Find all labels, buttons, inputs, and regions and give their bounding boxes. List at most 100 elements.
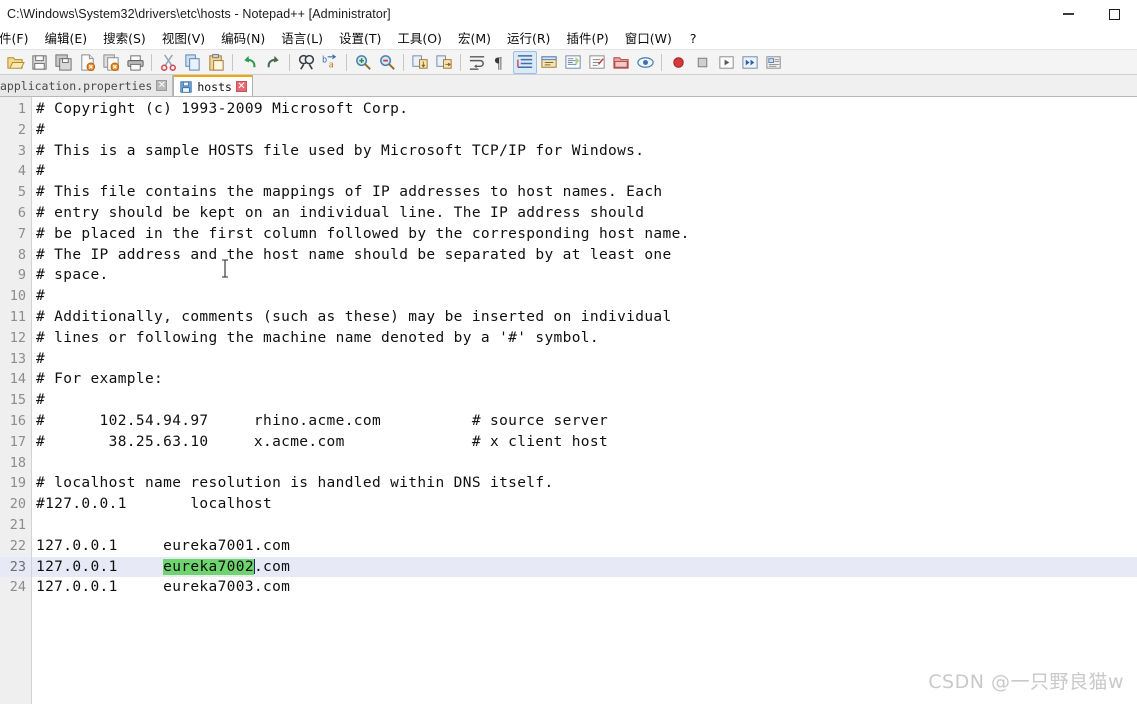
code-line[interactable]: # — [32, 286, 1137, 307]
code-line[interactable]: # — [32, 161, 1137, 182]
tab-close-icon[interactable]: ✕ — [235, 81, 247, 92]
minimize-icon — [1062, 13, 1074, 15]
code-text-area[interactable]: # Copyright (c) 1993-2009 Microsoft Corp… — [32, 97, 1137, 704]
menu-plugins[interactable]: 插件(P) — [558, 28, 616, 49]
cut-button[interactable] — [156, 51, 180, 74]
macro-record-button[interactable] — [666, 51, 690, 74]
line-number: 5 — [17, 184, 26, 201]
indent-guide-button[interactable] — [513, 50, 537, 74]
paste-button[interactable] — [204, 51, 228, 74]
find-icon — [298, 54, 314, 70]
document-map-icon — [564, 54, 581, 69]
code-text: .com — [253, 558, 291, 575]
code-line[interactable]: # Copyright (c) 1993-2009 Microsoft Corp… — [32, 99, 1137, 120]
zoom-in-icon — [355, 54, 371, 70]
svg-text:b: b — [321, 55, 326, 65]
code-line[interactable] — [32, 453, 1137, 474]
copy-button[interactable] — [180, 51, 204, 74]
code-line[interactable] — [32, 515, 1137, 536]
zoom-out-icon — [379, 54, 395, 70]
code-line[interactable]: # — [32, 120, 1137, 141]
tab-close-icon[interactable]: ✕ — [156, 80, 168, 91]
code-line[interactable]: # lines or following the machine name de… — [32, 328, 1137, 349]
code-line[interactable]: # space. — [32, 265, 1137, 286]
code-line[interactable]: # This file contains the mappings of IP … — [32, 182, 1137, 203]
menu-tools[interactable]: 工具(O) — [389, 28, 450, 49]
maximize-button[interactable] — [1091, 0, 1137, 28]
minimize-button[interactable] — [1045, 0, 1091, 28]
sync-vertical-scroll-button[interactable] — [408, 51, 432, 74]
save-button[interactable] — [27, 51, 51, 74]
window-controls — [1045, 0, 1137, 28]
line-number: 19 — [9, 475, 26, 492]
open-file-button[interactable] — [3, 51, 27, 74]
line-number: 6 — [17, 204, 26, 221]
menu-view[interactable]: 视图(V) — [154, 28, 213, 49]
menu-help[interactable]: ? — [680, 28, 707, 49]
menu-run[interactable]: 运行(R) — [499, 28, 558, 49]
code-line[interactable]: #127.0.0.1 localhost — [32, 494, 1137, 515]
sync-horizontal-scroll-button[interactable] — [432, 51, 456, 74]
code-line[interactable]: 127.0.0.1 eureka7001.com — [32, 536, 1137, 557]
cut-icon — [160, 53, 176, 71]
line-number: 23 — [0, 556, 31, 578]
zoom-in-button[interactable] — [351, 51, 375, 74]
menu-edit[interactable]: 编辑(E) — [36, 28, 95, 49]
code-line[interactable]: # 102.54.94.97 rhino.acme.com # source s… — [32, 411, 1137, 432]
code-line[interactable]: 127.0.0.1 eureka7003.com — [32, 577, 1137, 598]
macro-stop-button[interactable] — [690, 51, 714, 74]
menu-bar: 件(F) 编辑(E) 搜索(S) 视图(V) 编码(N) 语言(L) 设置(T) 工具(O) 宏… — [0, 28, 1137, 49]
function-list-button[interactable] — [585, 51, 609, 74]
tab-hosts[interactable]: hosts ✕ — [173, 75, 253, 96]
line-number: 20 — [9, 496, 26, 513]
macro-play-button[interactable] — [714, 51, 738, 74]
code-line[interactable]: # — [32, 349, 1137, 370]
menu-window[interactable]: 窗口(W) — [617, 28, 680, 49]
line-number: 18 — [9, 454, 26, 471]
macro-save-button[interactable] — [762, 51, 786, 74]
show-all-characters-button[interactable]: ¶ — [489, 51, 513, 74]
close-file-button[interactable] — [75, 51, 99, 74]
code-line[interactable]: # — [32, 390, 1137, 411]
code-line[interactable]: # This is a sample HOSTS file used by Mi… — [32, 141, 1137, 162]
tool-bar: b a ¶ — [0, 49, 1137, 75]
editor-area[interactable]: 1 2 3 4 5 6 7 8 9 10 11 12 13 14 15 16 17 18 19 20 21 22 23 24 … — [0, 97, 1137, 704]
menu-language[interactable]: 语言(L) — [273, 28, 331, 49]
line-number: 2 — [17, 121, 26, 138]
tab-application-properties[interactable]: application.properties ✕ — [0, 75, 174, 96]
undo-button[interactable] — [237, 51, 261, 74]
replace-button[interactable]: ba — [318, 51, 342, 74]
code-line[interactable]: # entry should be kept on an individual … — [32, 203, 1137, 224]
menu-settings[interactable]: 设置(T) — [331, 28, 389, 49]
monitoring-button[interactable] — [633, 51, 657, 74]
macro-run-multiple-button[interactable] — [738, 51, 762, 74]
code-line[interactable]: # The IP address and the host name shoul… — [32, 245, 1137, 266]
folder-as-workspace-button[interactable] — [609, 51, 633, 74]
menu-macro[interactable]: 宏(M) — [450, 28, 499, 49]
line-number: 11 — [9, 308, 26, 325]
code-line[interactable]: # 38.25.63.10 x.acme.com # x client host — [32, 432, 1137, 453]
line-number: 16 — [9, 412, 26, 429]
menu-search[interactable]: 搜索(S) — [95, 28, 154, 49]
toolbar-separator — [661, 53, 662, 71]
code-line[interactable]: # be placed in the first column followed… — [32, 224, 1137, 245]
close-all-button[interactable] — [99, 51, 123, 74]
document-map-button[interactable] — [561, 51, 585, 74]
macro-save-icon — [765, 55, 781, 69]
user-defined-dialog-button[interactable] — [537, 51, 561, 74]
code-line[interactable]: # Additionally, comments (such as these)… — [32, 307, 1137, 328]
menu-encoding[interactable]: 编码(N) — [213, 28, 273, 49]
word-wrap-button[interactable] — [465, 51, 489, 74]
find-button[interactable] — [294, 51, 318, 74]
print-button[interactable] — [123, 51, 147, 74]
code-line-current[interactable]: 127.0.0.1 eureka7002.com — [32, 556, 1137, 578]
redo-button[interactable] — [261, 51, 285, 74]
code-line[interactable]: # For example: — [32, 369, 1137, 390]
save-all-button[interactable] — [51, 51, 75, 74]
toolbar-separator — [460, 53, 461, 71]
title-bar: C:\Windows\System32\drivers\etc\hosts - … — [0, 0, 1137, 28]
code-line[interactable]: # localhost name resolution is handled w… — [32, 473, 1137, 494]
menu-file[interactable]: 件(F) — [0, 28, 36, 49]
line-number: 22 — [9, 537, 26, 554]
zoom-out-button[interactable] — [375, 51, 399, 74]
